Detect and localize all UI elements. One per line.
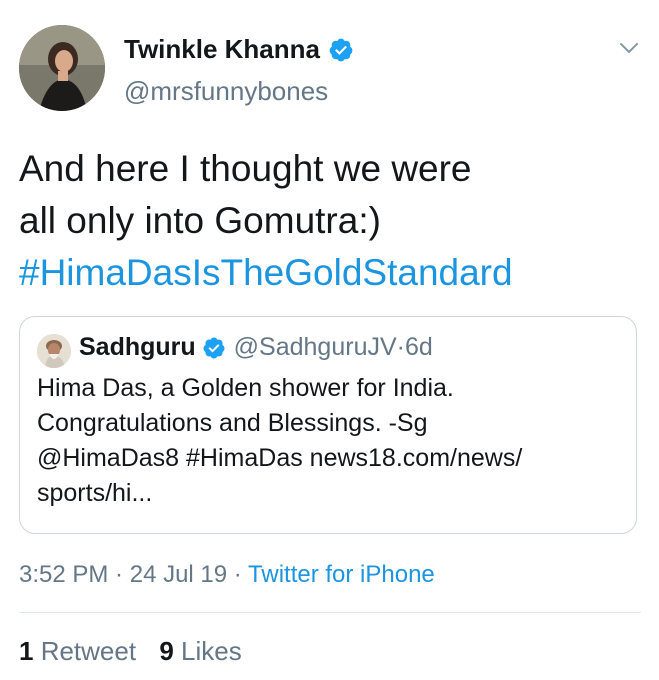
retweet-label: Retweet [33, 636, 137, 666]
separator-dot: · [396, 333, 405, 361]
quoted-age: 6d [404, 333, 433, 361]
author-avatar[interactable] [19, 25, 105, 111]
separator-dot: · [227, 561, 249, 588]
tweet-meta: 3:52 PM · 24 Jul 19 · Twitter for iPhone [19, 561, 435, 589]
separator-dot: · [108, 561, 130, 588]
divider [19, 612, 641, 613]
quoted-text-line: Congratulations and Blessings. -Sg [37, 409, 428, 437]
avatar-photo [19, 25, 105, 111]
quoted-author-handle[interactable]: @SadhguruJV [234, 333, 397, 362]
tweet-source-link[interactable]: Twitter for iPhone [248, 561, 435, 588]
quoted-text-line: @HimaDas8 #HimaDas news18.com/news/ [37, 444, 523, 472]
author-name-row[interactable]: Twinkle Khanna [124, 34, 354, 65]
likes-stat[interactable]: 9 Likes [159, 636, 241, 666]
like-count: 9 [159, 636, 174, 666]
author-name[interactable]: Twinkle Khanna [124, 34, 320, 65]
quoted-header[interactable]: Sadhguru @SadhguruJV · 6d [79, 333, 433, 362]
chevron-down-icon[interactable] [619, 41, 639, 55]
quoted-text: Hima Das, a Golden shower for India. Con… [37, 371, 632, 511]
verified-badge-icon [203, 337, 225, 358]
like-label: Likes [173, 636, 242, 666]
author-handle[interactable]: @mrsfunnybones [124, 76, 328, 107]
engagement-stats: 1 Retweet 9 Likes [19, 636, 242, 667]
quoted-author-avatar[interactable] [37, 334, 71, 368]
retweets-stat[interactable]: 1 Retweet [19, 636, 136, 666]
quoted-text-line: Hima Das, a Golden shower for India. [37, 374, 454, 402]
tweet-time[interactable]: 3:52 PM [19, 561, 108, 588]
tweet-date[interactable]: 24 Jul 19 [130, 561, 227, 588]
tweet-text-line: all only into Gomutra:) [19, 200, 381, 241]
quoted-author-name[interactable]: Sadhguru [79, 333, 196, 362]
tweet-text: And here I thought we were all only into… [19, 143, 513, 299]
hashtag-link[interactable]: #HimaDasIsTheGoldStandard [19, 247, 513, 299]
tweet-text-line: And here I thought we were [19, 148, 472, 189]
verified-badge-icon [329, 38, 353, 61]
avatar-photo [37, 334, 71, 368]
quoted-text-line: sports/hi... [37, 479, 153, 507]
retweet-count: 1 [19, 636, 34, 666]
